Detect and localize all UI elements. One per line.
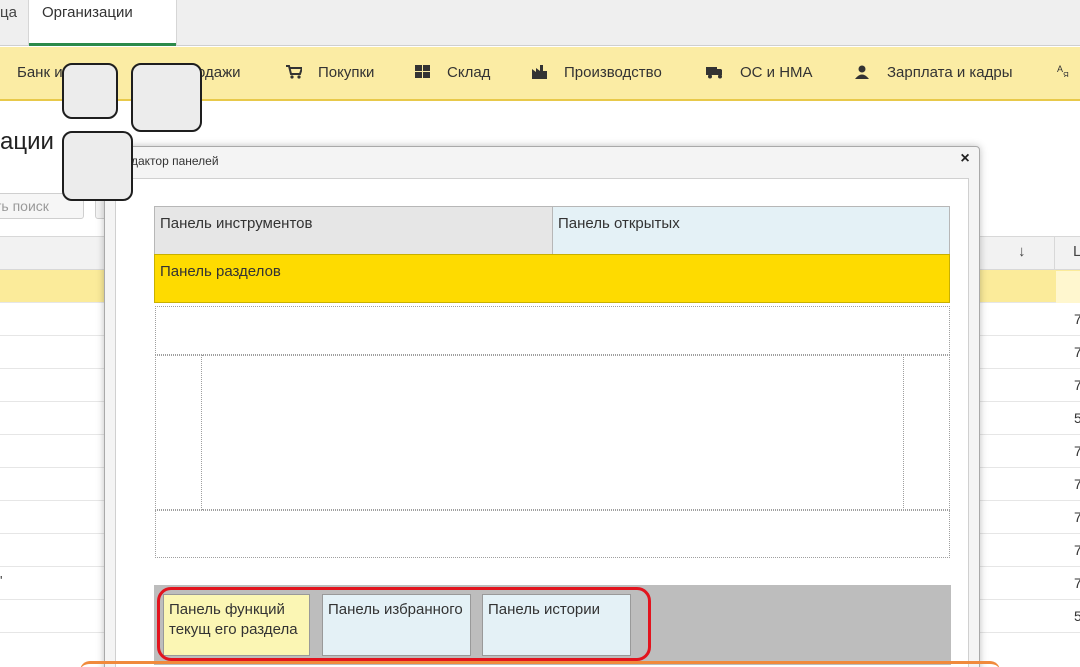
panel-open[interactable]: Панель открытых: [552, 206, 950, 255]
row-value: 7: [1074, 311, 1080, 327]
close-icon[interactable]: ×: [956, 150, 974, 168]
section-purchases-label: Покупки: [318, 64, 375, 81]
drop-zone-right[interactable]: [903, 355, 950, 510]
highlight-annotation-bottom: [80, 661, 1000, 667]
column-separator: [1054, 237, 1055, 271]
drop-zone-top[interactable]: [155, 306, 950, 355]
column-header[interactable]: Ц: [1073, 243, 1080, 260]
person-icon: [855, 65, 869, 79]
row-mark: ': [0, 573, 3, 588]
section-production-label: Производство: [564, 64, 662, 81]
factory-icon: [532, 65, 547, 79]
row-value: 7: [1074, 377, 1080, 393]
cart-icon: [286, 65, 302, 79]
work-area: [202, 355, 904, 510]
section-salary-label: Зарплата и кадры: [887, 64, 1013, 81]
row-value: 7: [1074, 509, 1080, 525]
dialog-body: Панель инструментов Панель открытых Пане…: [115, 178, 969, 667]
row-value: 7: [1074, 575, 1080, 591]
row-value: 7: [1074, 344, 1080, 360]
drop-zone-left[interactable]: [155, 355, 202, 510]
warehouse-icon: [415, 65, 430, 78]
row-value: 7: [1074, 476, 1080, 492]
section-sales-label: одажи: [197, 64, 241, 81]
row-value: 5: [1074, 608, 1080, 624]
panel-tools[interactable]: Панель инструментов: [154, 206, 553, 255]
section-salary[interactable]: Зарплата и кадры: [855, 64, 1013, 81]
overlay-marker: [62, 131, 133, 201]
section-warehouse[interactable]: Склад: [415, 64, 490, 81]
section-bank-label: Банк и: [17, 64, 63, 81]
dialog-title: дактор панелей: [131, 154, 219, 168]
search-placeholder: ть поиск: [0, 198, 49, 214]
section-fixed-assets[interactable]: ОС и НМА: [706, 64, 813, 81]
section-fixed-assets-label: ОС и НМА: [740, 64, 813, 81]
row-value: 7: [1074, 542, 1080, 558]
row-value: 5: [1074, 410, 1080, 426]
section-bank[interactable]: Банк и: [17, 64, 63, 81]
tab-previous-label: ца: [0, 4, 17, 21]
section-warehouse-label: Склад: [447, 64, 491, 81]
overlay-marker: [131, 63, 202, 132]
section-production[interactable]: Производство: [532, 64, 662, 81]
selected-cell: [1056, 271, 1080, 303]
overlay-marker: [62, 63, 118, 119]
sort-arrow-icon[interactable]: ↓: [1018, 243, 1026, 260]
tab-organizations[interactable]: Организации: [29, 0, 177, 46]
panel-sections[interactable]: Панель разделов: [154, 254, 950, 303]
truck-icon: [706, 67, 722, 79]
svg-text:Я: Я: [1063, 71, 1069, 77]
tab-organizations-label: Организации: [42, 4, 133, 21]
tab-previous[interactable]: ца: [0, 0, 29, 46]
section-purchases[interactable]: Покупки: [286, 64, 374, 81]
drop-zone-bottom[interactable]: [155, 510, 950, 558]
section-sales[interactable]: одажи: [197, 64, 241, 81]
page-title: ации: [0, 128, 54, 155]
highlight-annotation: [157, 587, 651, 661]
tab-bar: ца Организации: [0, 0, 1080, 46]
panel-editor-dialog: дактор панелей × Панель инструментов Пан…: [104, 146, 980, 667]
row-value: 7: [1074, 443, 1080, 459]
translate-icon: AЯ: [1057, 64, 1069, 77]
